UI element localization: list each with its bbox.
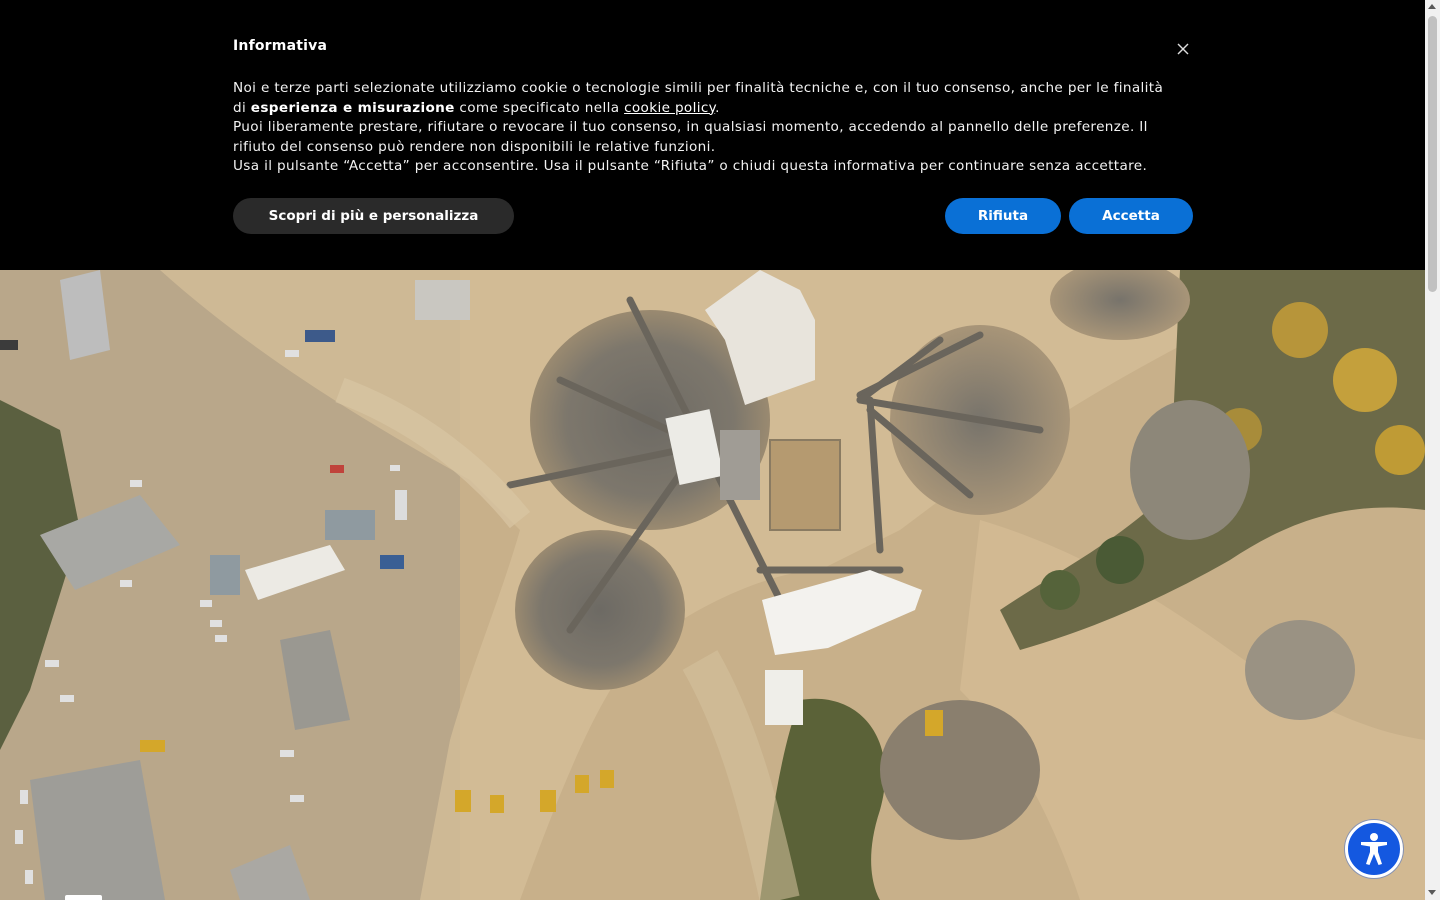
cookie-banner-text: Noi e terze parti selezionate utilizziam… [233, 79, 1173, 177]
hero-aerial-video [0, 270, 1425, 900]
accept-button[interactable]: Accetta [1069, 198, 1193, 234]
hero-indicator [65, 895, 102, 900]
aerial-quarry-image [0, 270, 1425, 900]
cookie-text-consent: Puoi liberamente prestare, rifiutare o r… [233, 119, 1148, 155]
page-viewport: Informativa Noi e terze parti selezionat… [0, 0, 1425, 900]
scroll-up-icon[interactable] [1428, 4, 1436, 9]
accessibility-button[interactable] [1345, 820, 1403, 878]
cookie-text-bold: esperienza e misurazione [250, 99, 455, 116]
reject-button[interactable]: Rifiuta [945, 198, 1061, 234]
customize-button[interactable]: Scopri di più e personalizza [233, 198, 514, 234]
cookie-text-period: . [715, 99, 720, 116]
scroll-thumb[interactable] [1428, 16, 1437, 292]
page-scrollbar[interactable] [1425, 0, 1440, 900]
scroll-down-icon[interactable] [1428, 890, 1436, 895]
close-button[interactable] [1173, 39, 1193, 59]
cookie-text-middle: come specificato nella [454, 99, 625, 116]
close-icon [1177, 43, 1189, 55]
cookie-policy-link[interactable]: cookie policy [624, 100, 715, 116]
cookie-text-instructions: Usa il pulsante “Accetta” per acconsenti… [233, 158, 1148, 174]
cookie-banner-title: Informativa [233, 38, 328, 54]
accessibility-person-icon [1361, 833, 1387, 865]
cookie-banner: Informativa Noi e terze parti selezionat… [0, 0, 1425, 270]
